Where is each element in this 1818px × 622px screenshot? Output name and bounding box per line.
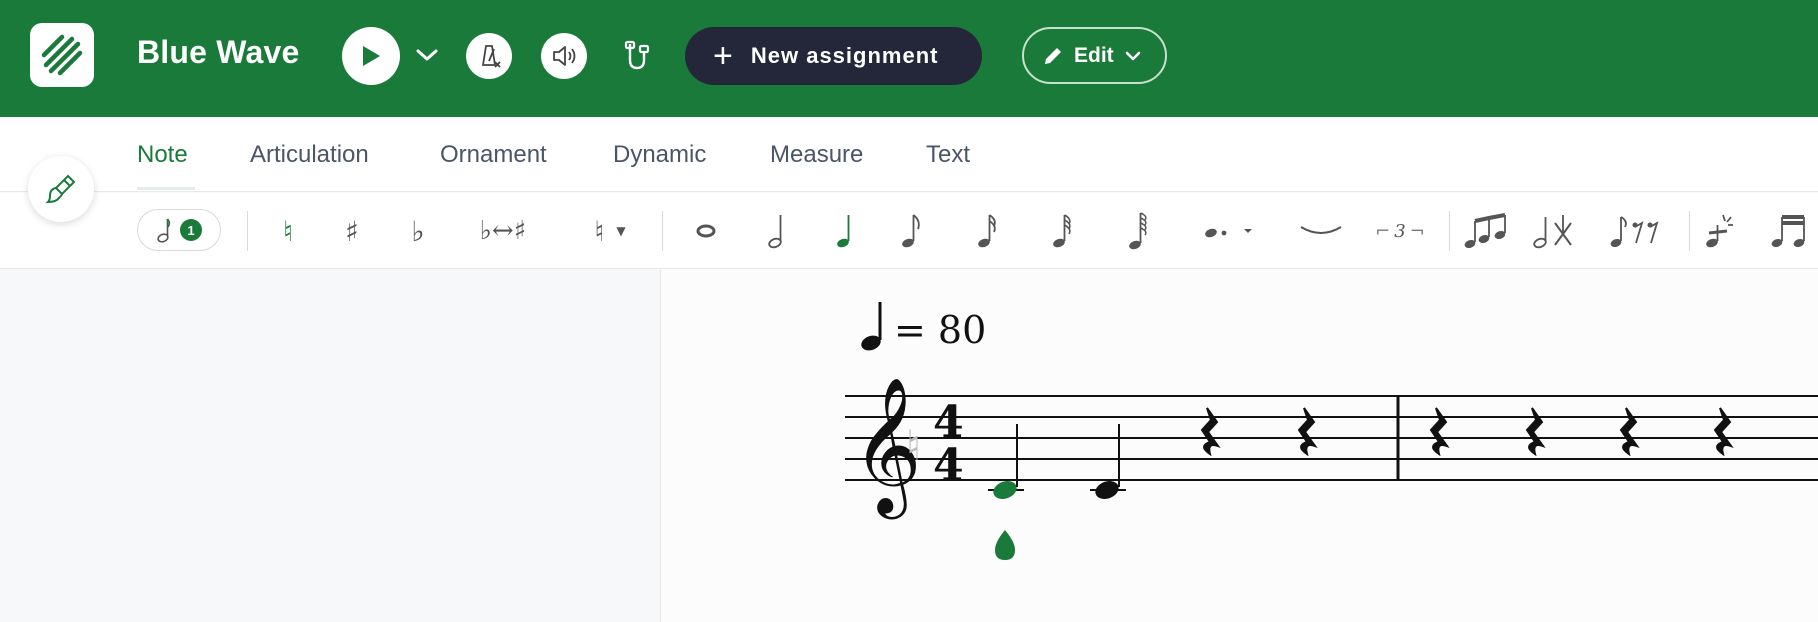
- speaker-icon: [553, 46, 576, 66]
- triplet-icon[interactable]: ⌐ 3 ¬: [1372, 193, 1428, 269]
- toolbar-divider: [662, 211, 663, 251]
- quarter-rest[interactable]: [1619, 407, 1640, 457]
- side-panel: [0, 270, 661, 622]
- score-title[interactable]: Blue Wave: [137, 34, 299, 71]
- sixty-fourth-note-icon[interactable]: [1120, 193, 1156, 269]
- tab-dynamic[interactable]: Dynamic: [613, 141, 706, 169]
- quarter-rest[interactable]: [1713, 407, 1734, 457]
- tab-measure[interactable]: Measure: [770, 141, 863, 169]
- edit-label: Edit: [1074, 43, 1114, 67]
- quarter-rest[interactable]: [1297, 407, 1318, 457]
- cable-icon: [624, 40, 650, 70]
- quarter-rest[interactable]: [1525, 407, 1546, 457]
- plus-icon: +: [713, 37, 733, 75]
- tab-articulation[interactable]: Articulation: [250, 141, 369, 169]
- note-c4-selected[interactable]: [988, 424, 1024, 502]
- beam-icon[interactable]: [1462, 193, 1512, 269]
- quarter-rest[interactable]: [1429, 407, 1450, 457]
- brush-icon: [45, 174, 76, 204]
- enharmonic-icon[interactable]: ♭↔♯: [468, 193, 538, 269]
- dot-icon[interactable]: [1200, 193, 1260, 269]
- chevron-down-icon: [416, 49, 438, 61]
- tab-note[interactable]: Note: [137, 141, 188, 169]
- app-logo[interactable]: [30, 23, 94, 87]
- accidental-menu-icon[interactable]: ♮ ▼: [580, 193, 640, 269]
- tool-category-tabs: Note Articulation Ornament Dynamic Measu…: [0, 117, 1818, 192]
- half-note-icon: [157, 218, 171, 243]
- active-tab-indicator: [137, 187, 195, 190]
- tie-icon[interactable]: [1296, 193, 1346, 269]
- selection-count-badge: 1: [180, 219, 202, 241]
- quarter-note-icon[interactable]: [826, 193, 862, 269]
- metronome-button[interactable]: [466, 33, 512, 79]
- thirty-second-note-icon[interactable]: [1044, 193, 1080, 269]
- toolbar-divider: [1689, 211, 1690, 251]
- metronome-off-icon: [481, 45, 501, 68]
- toolbar-divider: [1449, 211, 1450, 251]
- quarter-rest[interactable]: [1200, 407, 1221, 457]
- beam-group-icon[interactable]: [1768, 193, 1814, 269]
- whole-note-icon[interactable]: [688, 193, 724, 269]
- new-assignment-label: New assignment: [750, 43, 939, 68]
- cross-notehead-icon[interactable]: [1530, 193, 1580, 269]
- midi-connect-button[interactable]: [620, 38, 654, 76]
- edit-mode-button[interactable]: Edit: [1022, 27, 1167, 84]
- sound-button[interactable]: [541, 33, 587, 79]
- note-c4[interactable]: [1090, 424, 1126, 502]
- tempo-value: = 80: [894, 308, 987, 352]
- sixteenth-note-icon[interactable]: [969, 193, 1005, 269]
- flat-icon[interactable]: ♭: [403, 193, 433, 269]
- stripes-logo-icon: [41, 34, 83, 76]
- sharp-icon[interactable]: ♯: [337, 193, 367, 269]
- staff-system[interactable]: 𝄞 ♮ 4 4: [662, 360, 1818, 590]
- play-icon: [363, 46, 380, 66]
- selection-count-chip[interactable]: 1: [137, 209, 221, 251]
- pencil-icon: [1045, 47, 1061, 64]
- accidental-cursor: ♮: [906, 421, 921, 470]
- quarter-note-icon: [861, 302, 882, 351]
- rests-icon[interactable]: [1608, 193, 1668, 269]
- tab-ornament[interactable]: Ornament: [440, 141, 547, 169]
- toolbar-divider: [247, 211, 248, 251]
- triplet-label: 3: [1394, 220, 1406, 242]
- playback-options-button[interactable]: [412, 40, 442, 70]
- half-note-icon[interactable]: [758, 193, 794, 269]
- tempo-marking[interactable]: = 80: [860, 300, 986, 352]
- time-signature-bottom: 4: [933, 440, 964, 491]
- selection-marker[interactable]: [995, 530, 1015, 560]
- play-button[interactable]: [342, 27, 400, 85]
- palette-toggle-button[interactable]: [28, 156, 94, 222]
- eighth-note-icon[interactable]: [893, 193, 929, 269]
- chevron-down-icon: [1125, 51, 1140, 60]
- note-toolbar: 1 ♮ ♯ ♭ ♭↔♯ ♮ ▼ ⌐ 3 ¬: [0, 193, 1818, 269]
- natural-icon[interactable]: ♮: [273, 193, 303, 269]
- top-bar: Blue Wave + New assignment Edit: [0, 0, 1818, 117]
- tab-text[interactable]: Text: [926, 141, 970, 169]
- staff-lines: [845, 395, 1818, 481]
- new-assignment-button[interactable]: + New assignment: [685, 27, 982, 85]
- grace-note-icon[interactable]: [1700, 193, 1740, 269]
